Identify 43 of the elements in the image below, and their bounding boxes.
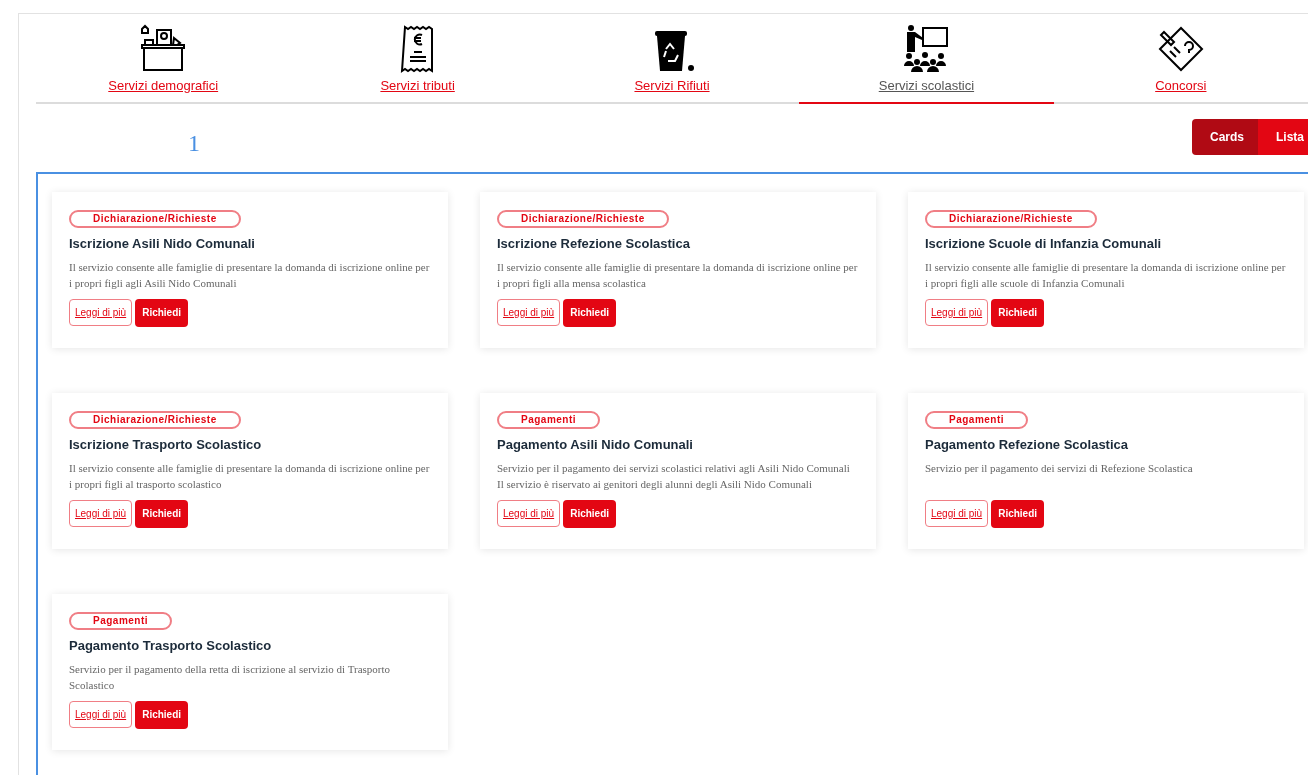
request-button[interactable]: Richiedi — [991, 298, 1045, 327]
category-tab[interactable]: Servizi Rifiuti — [544, 76, 800, 104]
card-description: Servizio per il pagamento dei servizi scolastici relativi agli Asili Nido Comunali Il servizio è riservato ai genitori degli alunni degli Asili Nido Comunali — [497, 461, 851, 492]
category-tag: Dichiarazione/Richieste — [69, 410, 241, 429]
category-tag: Pagamenti — [69, 611, 173, 630]
category-tab[interactable]: Servizi scolastici — [799, 76, 1054, 104]
request-button[interactable]: Richiedi — [135, 298, 189, 327]
view-toggle-button[interactable]: Cards — [1192, 118, 1258, 155]
category-tab[interactable]: Concorsi — [1053, 76, 1308, 104]
page-number: 1 — [188, 130, 200, 155]
category-tab[interactable]: Servizi tributi — [290, 76, 545, 104]
view-toggle-button[interactable]: Lista — [1258, 118, 1308, 155]
card-title: Iscrizione Scuole di Infanzia Comunali — [925, 234, 1163, 253]
category-tag: Pagamenti — [925, 410, 1029, 429]
card-description: Servizio per il pagamento dei servizi di Refezione Scolastica — [925, 461, 1194, 476]
card-title: Iscrizione Asili Nido Comunali — [69, 234, 256, 253]
request-button[interactable]: Richiedi — [991, 499, 1045, 528]
read-more-link[interactable]: Leggi di più — [69, 700, 133, 728]
category-tag: Pagamenti — [497, 410, 601, 429]
card-title: Pagamento Asili Nido Comunali — [497, 435, 694, 454]
category-tag: Dichiarazione/Richieste — [497, 209, 669, 228]
request-button[interactable]: Richiedi — [563, 499, 617, 528]
request-button[interactable]: Richiedi — [563, 298, 617, 327]
card-title: Iscrizione Trasporto Scolastico — [69, 435, 263, 454]
read-more-link[interactable]: Leggi di più — [497, 298, 561, 326]
card-description: Il servizio consente alle famiglie di presentare la domanda di iscrizione online per i propri figli alla mensa scolastica — [497, 260, 859, 291]
request-button[interactable]: Richiedi — [135, 700, 189, 729]
request-button[interactable]: Richiedi — [135, 499, 189, 528]
card-description: Il servizio consente alle famiglie di presentare la domanda di iscrizione online per i propri figli agli Asili Nido Comunali — [69, 260, 431, 291]
card-description: Il servizio consente alle famiglie di presentare la domanda di iscrizione online per i propri figli al trasporto scolastico — [69, 461, 431, 492]
card-title: Iscrizione Refezione Scolastica — [497, 234, 691, 253]
read-more-link[interactable]: Leggi di più — [925, 298, 989, 326]
read-more-link[interactable]: Leggi di più — [69, 298, 133, 326]
card-title: Pagamento Trasporto Scolastico — [69, 636, 273, 655]
card-title: Pagamento Refezione Scolastica — [925, 435, 1129, 454]
category-tag: Dichiarazione/Richieste — [925, 209, 1097, 228]
category-tag: Dichiarazione/Richieste — [69, 209, 241, 228]
read-more-link[interactable]: Leggi di più — [497, 499, 561, 527]
read-more-link[interactable]: Leggi di più — [69, 499, 133, 527]
read-more-link[interactable]: Leggi di più — [925, 499, 989, 527]
category-tab[interactable]: Servizi demografici — [36, 76, 291, 104]
card-description: Il servizio consente alle famiglie di presentare la domanda di iscrizione online per i propri figli alle scuole di Infanzia Comunali — [925, 260, 1287, 291]
card-description: Servizio per il pagamento della retta di iscrizione al servizio di Trasporto Scolastico — [69, 662, 392, 693]
